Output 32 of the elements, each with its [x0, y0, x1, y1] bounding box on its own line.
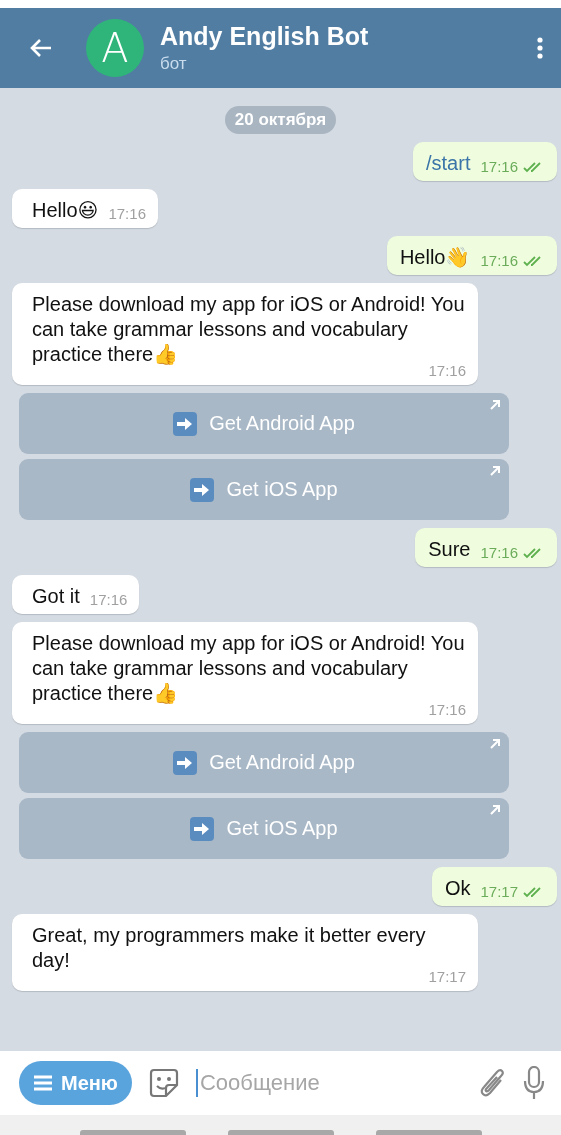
menu-icon: [33, 1075, 53, 1091]
external-link-icon: [489, 738, 501, 750]
sticker-icon[interactable]: [147, 1067, 180, 1099]
message-text: Sure: [428, 537, 471, 562]
chat-subtitle: бот: [160, 54, 188, 74]
message-time: 17:16: [89, 591, 128, 608]
inline-keyboard-button[interactable]: Get Android App: [19, 732, 509, 793]
message-text: Hello👋: [399, 245, 471, 270]
message-text: Got it: [32, 584, 80, 609]
message-text: /start: [426, 151, 471, 176]
message-text: Great, my programmers make it better every day!: [32, 923, 427, 973]
back-arrow-icon[interactable]: [30, 38, 52, 58]
date-chip: 20 октября: [224, 106, 337, 134]
external-link-icon: [489, 465, 501, 477]
message-time: 17:16: [108, 205, 146, 222]
microphone-icon[interactable]: [523, 1066, 545, 1100]
message-time: 17:17: [428, 968, 466, 985]
inline-keyboard-button[interactable]: Get Android App: [19, 393, 509, 454]
inline-keyboard-button[interactable]: Get iOS App: [19, 798, 509, 859]
message-time: 17:17: [480, 883, 518, 900]
bot-avatar[interactable]: A: [86, 19, 144, 77]
external-link-icon: [489, 399, 501, 411]
message-text: Ok: [444, 876, 471, 901]
inline-keyboard-button[interactable]: Get iOS App: [19, 459, 509, 520]
message-time: 17:16: [480, 252, 518, 269]
more-options-icon[interactable]: [537, 37, 543, 59]
message-time: 17:16: [480, 544, 518, 561]
external-link-icon: [489, 804, 501, 816]
chat-title: Andy English Bot: [160, 22, 370, 51]
message-time: 17:16: [480, 158, 518, 175]
menu-button[interactable]: Меню: [19, 1061, 132, 1105]
message-text: Hello😃: [32, 198, 99, 223]
